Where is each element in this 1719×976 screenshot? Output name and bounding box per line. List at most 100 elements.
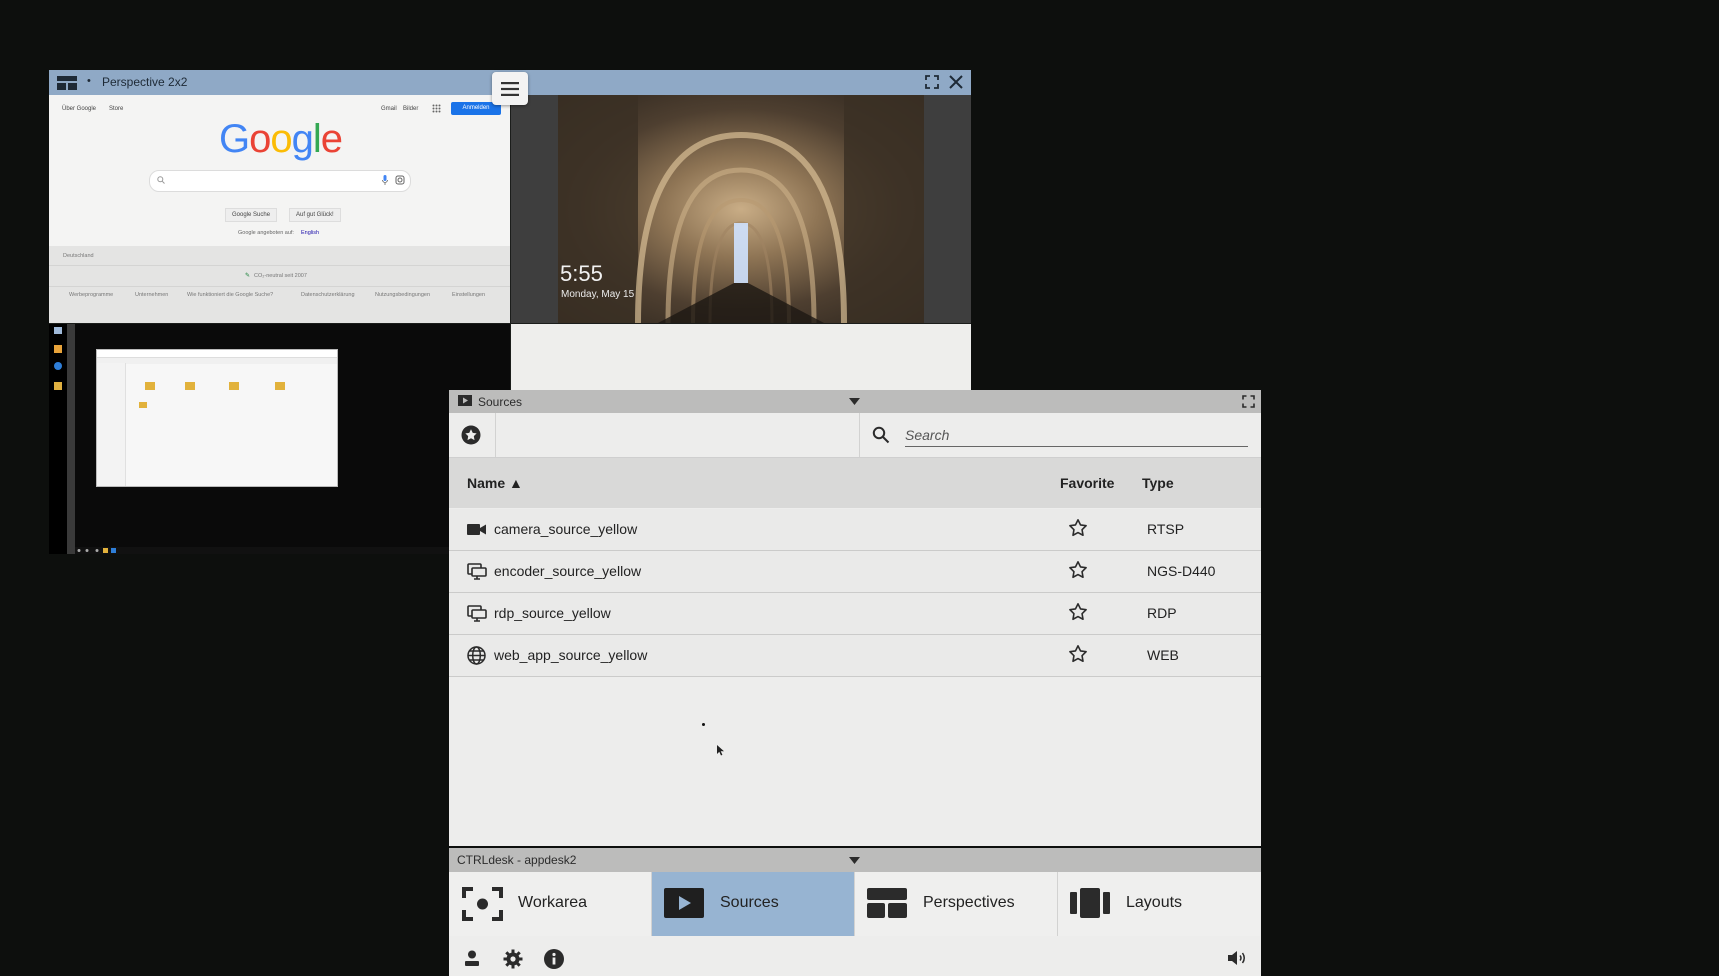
source-name: encoder_source_yellow — [494, 563, 642, 579]
column-header-name[interactable]: Name ▲ — [467, 475, 523, 491]
search-icon — [157, 176, 165, 184]
google-footer-divider-2 — [49, 286, 510, 287]
close-icon[interactable] — [949, 75, 963, 89]
sources-table-header: Name ▲ Favorite Type — [449, 458, 1261, 508]
google-country: Deutschland — [63, 253, 94, 259]
maximize-icon[interactable] — [925, 75, 939, 89]
touch-dot — [702, 723, 705, 726]
table-row[interactable]: web_app_source_yellow WEB — [449, 635, 1261, 677]
sources-title-bar[interactable]: Sources — [449, 390, 1261, 413]
ctrldesk-title: CTRLdesk - appdesk2 — [457, 853, 577, 867]
favorite-star-icon[interactable] — [1068, 602, 1088, 622]
source-type: RDP — [1147, 605, 1177, 621]
ctrldesk-panel[interactable]: CTRLdesk - appdesk2 Workarea Sources Per… — [449, 848, 1261, 976]
star-badge-icon — [461, 425, 481, 445]
favorite-star-icon[interactable] — [1068, 518, 1088, 538]
hamburger-icon — [501, 82, 519, 96]
sources-icon — [458, 395, 472, 406]
remote-explorer-sidebar — [97, 363, 126, 486]
perspectives-icon — [867, 888, 907, 918]
nav-sources[interactable]: Sources — [652, 872, 855, 936]
chevron-down-icon[interactable] — [849, 857, 860, 864]
search-icon — [872, 426, 890, 444]
google-lucky-button[interactable]: Auf gut Glück! — [289, 208, 341, 222]
tile-google-web[interactable]: Über Google Store Gmail Bilder Anmelden … — [49, 95, 510, 323]
user-icon[interactable] — [464, 950, 480, 966]
mouse-cursor-icon — [717, 745, 725, 756]
favorite-star-icon[interactable] — [1068, 560, 1088, 580]
google-footer-divider — [49, 265, 510, 266]
ctrldesk-title-bar[interactable]: CTRLdesk - appdesk2 — [449, 848, 1261, 872]
toolbar-divider — [859, 413, 860, 457]
menu-button[interactable] — [492, 72, 528, 105]
source-type: WEB — [1147, 647, 1179, 663]
workarea-icon — [462, 887, 503, 921]
volume-icon[interactable] — [1228, 950, 1247, 966]
nav-label: Layouts — [1126, 894, 1183, 911]
search-input[interactable]: Search — [905, 424, 1248, 447]
table-row[interactable]: rdp_source_yellow RDP — [449, 593, 1261, 635]
google-footer-link[interactable]: Einstellungen — [452, 292, 485, 298]
table-row[interactable]: encoder_source_yellow NGS-D440 — [449, 551, 1261, 593]
play-source-icon — [664, 888, 704, 918]
video-camera-icon — [467, 523, 486, 536]
favorites-filter-button[interactable] — [449, 413, 496, 457]
google-language-link[interactable]: English — [301, 230, 319, 236]
gear-icon[interactable] — [503, 949, 523, 969]
source-name: rdp_source_yellow — [494, 605, 611, 621]
google-footer-link[interactable]: Wie funktioniert die Google Suche? — [187, 292, 273, 298]
google-co2: CO₂-neutral seit 2007 — [254, 273, 307, 279]
sources-toolbar: Search — [449, 413, 1261, 458]
maximize-icon[interactable] — [1242, 395, 1255, 408]
google-offered-in: Google angeboten auf: — [238, 230, 294, 236]
source-type: RTSP — [1147, 521, 1185, 537]
source-name: camera_source_yellow — [494, 521, 638, 537]
sources-panel[interactable]: Sources Search Name ▲ Favorite Type came… — [449, 390, 1261, 846]
remote-taskbar — [75, 547, 510, 554]
remote-desktop-icons — [49, 324, 67, 554]
column-header-favorite[interactable]: Favorite — [1060, 475, 1114, 491]
microphone-icon[interactable] — [382, 175, 388, 185]
ctrldesk-bottom-toolbar — [449, 936, 1261, 976]
tile-remote-desktop[interactable] — [49, 324, 510, 554]
nav-layouts[interactable]: Layouts — [1058, 872, 1260, 936]
chevron-down-icon[interactable] — [849, 398, 860, 405]
google-link-images[interactable]: Bilder — [403, 106, 418, 112]
nav-perspectives[interactable]: Perspectives — [855, 872, 1058, 936]
google-footer-link[interactable]: Unternehmen — [135, 292, 168, 298]
tile-empty[interactable] — [511, 324, 971, 394]
monitor-icon — [467, 563, 487, 580]
source-name: web_app_source_yellow — [494, 647, 648, 663]
lens-camera-icon[interactable] — [395, 175, 405, 185]
nav-label: Perspectives — [923, 894, 1015, 911]
remote-explorer-window[interactable] — [96, 349, 338, 487]
tile-lockscreen[interactable]: 5:55 Monday, May 15 — [511, 95, 971, 323]
sources-title: Sources — [478, 395, 523, 409]
source-type: NGS-D440 — [1147, 563, 1216, 579]
google-search-button[interactable]: Google Suche — [225, 208, 278, 222]
google-link-store[interactable]: Store — [109, 106, 123, 112]
google-footer-link[interactable]: Datenschutzerklärung — [301, 292, 355, 298]
column-header-type[interactable]: Type — [1142, 475, 1174, 491]
nav-label: Sources — [720, 894, 779, 911]
leaf-icon: ✎ — [245, 273, 251, 279]
perspective-modified-dot: • — [87, 75, 91, 87]
google-footer — [49, 246, 510, 323]
monitor-icon — [467, 605, 487, 622]
info-icon[interactable] — [544, 949, 564, 969]
perspective-layout-icon[interactable] — [57, 76, 77, 90]
nav-label: Workarea — [518, 894, 588, 911]
remote-desktop-sidebar — [67, 324, 75, 554]
google-link-about[interactable]: Über Google — [62, 106, 96, 112]
google-search-box[interactable] — [149, 170, 411, 192]
globe-icon — [467, 646, 486, 665]
favorite-star-icon[interactable] — [1068, 644, 1088, 664]
google-link-gmail[interactable]: Gmail — [381, 106, 397, 112]
google-footer-link[interactable]: Werbeprogramme — [69, 292, 113, 298]
layouts-icon — [1070, 888, 1110, 918]
google-footer-link[interactable]: Nutzungsbedingungen — [375, 292, 430, 298]
table-row[interactable]: camera_source_yellow RTSP — [449, 509, 1261, 551]
google-logo: Google — [219, 117, 343, 161]
nav-workarea[interactable]: Workarea — [449, 872, 652, 936]
apps-grid-icon[interactable] — [432, 104, 441, 113]
